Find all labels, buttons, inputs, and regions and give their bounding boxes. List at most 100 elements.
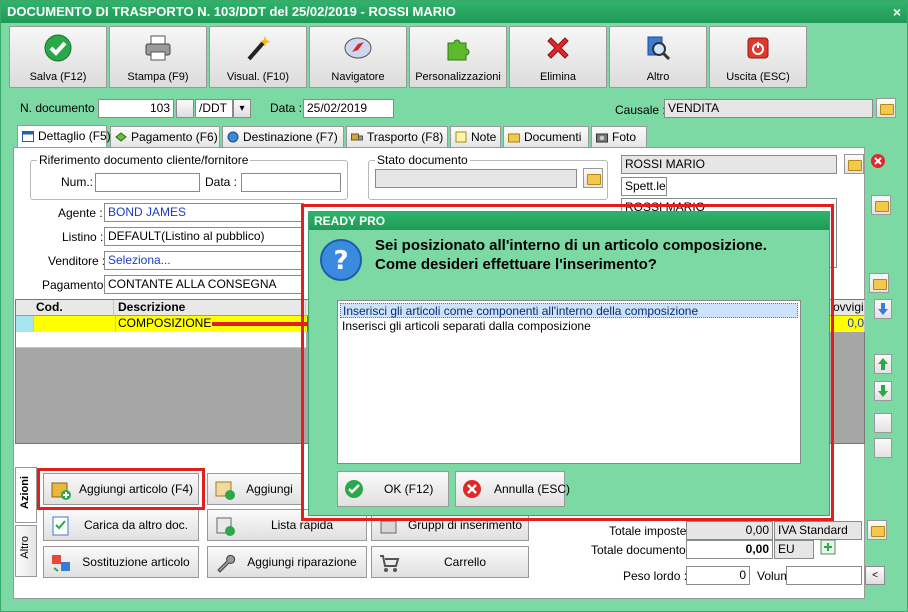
cart-icon [380, 555, 400, 572]
totale-documento-field: 0,00 [686, 540, 773, 559]
doc-number-button[interactable] [176, 99, 194, 118]
replace-article-button[interactable]: Sostituzione articolo [43, 546, 199, 578]
doc-number-field[interactable]: 103 [98, 99, 174, 118]
pagamento-field[interactable]: CONTANTE ALLA CONSEGNA [104, 275, 304, 294]
totale-documento-label: Totale documento : [591, 543, 693, 557]
venditore-label: Venditore : [48, 254, 106, 268]
payment-icon [115, 132, 127, 142]
arrow-up-icon [878, 358, 888, 370]
copy-row-button[interactable] [874, 413, 892, 433]
window-close-button[interactable]: × [893, 1, 901, 23]
address-folder-button[interactable] [871, 195, 891, 215]
magic-wand-icon [247, 36, 271, 61]
doc-series-field[interactable]: /DDT [195, 99, 233, 118]
listino-field[interactable]: DEFAULT(Listino al pubblico) [104, 227, 304, 246]
stato-field[interactable] [375, 169, 577, 188]
close-circle-icon [871, 154, 885, 168]
stato-folder-button[interactable] [583, 168, 603, 188]
clear-client-button[interactable] [869, 153, 887, 172]
row-selector[interactable] [16, 316, 34, 332]
vtab-azioni[interactable]: Azioni [15, 467, 37, 523]
volume-field[interactable] [786, 566, 862, 585]
exit-button[interactable]: Uscita (ESC) [709, 26, 807, 88]
client-name-field[interactable]: ROSSI MARIO [621, 155, 837, 174]
navigator-button[interactable]: Navigatore [309, 26, 407, 88]
check-icon [44, 34, 72, 62]
iva-field[interactable]: IVA Standard [774, 521, 862, 540]
iva-folder-button[interactable] [867, 520, 887, 540]
question-icon: ? [320, 239, 362, 281]
peso-field[interactable]: 0 [686, 566, 750, 585]
other-button[interactable]: Altro [609, 26, 707, 88]
delete-button[interactable]: Elimina [509, 26, 607, 88]
calendar-icon [22, 131, 34, 142]
ref-date-field[interactable] [241, 173, 341, 192]
option-separate[interactable]: Inserisci gli articoli separati dalla co… [340, 319, 798, 334]
printer-icon [145, 35, 171, 61]
save-button[interactable]: Salva (F12) [9, 26, 107, 88]
truck-icon [351, 133, 363, 141]
tab-pagamento[interactable]: Pagamento (F6) [110, 126, 220, 148]
dialog-title: READY PRO [309, 212, 829, 230]
add-repair-button[interactable]: Aggiungi riparazione [207, 546, 367, 578]
preview-button[interactable]: Visual. (F10) [209, 26, 307, 88]
imposte-field: 0,00 [686, 521, 773, 540]
row-cod [34, 316, 116, 332]
pagamento-label: Pagamento : [42, 278, 111, 292]
causale-label: Causale : [615, 103, 666, 117]
move-down-button[interactable] [874, 381, 892, 401]
document-window: DOCUMENTO DI TRASPORTO N. 103/DDT del 25… [0, 0, 908, 612]
move-down-blue-button[interactable] [874, 299, 892, 319]
venditore-field[interactable]: Seleziona... [104, 251, 304, 270]
ref-num-field[interactable] [95, 173, 200, 192]
row-provvigione: 0,0 [831, 316, 865, 332]
highlight-add-article [37, 468, 205, 510]
currency-field[interactable]: EU [774, 540, 814, 559]
magnifier-icon [647, 36, 671, 61]
salutation-field[interactable]: Spett.le [621, 177, 667, 196]
insert-options-list[interactable]: Inserisci gli articoli come componenti a… [337, 300, 801, 464]
agente-field[interactable]: BOND JAMES [104, 203, 304, 222]
tab-destinazione[interactable]: Destinazione (F7) [222, 126, 344, 148]
table-row-empty[interactable] [16, 332, 306, 348]
listino-label: Listino : [62, 230, 104, 244]
doc-series-dropdown[interactable]: ▾ [233, 99, 251, 118]
load-from-doc-button[interactable]: Carica da altro doc. [43, 509, 199, 541]
dialog-message: Sei posizionato all'interno di un artico… [375, 237, 767, 273]
globe-icon [227, 131, 239, 143]
tab-foto[interactable]: Foto [591, 126, 647, 148]
composition-insert-dialog: READY PRO ? Sei posizionato all'interno … [308, 211, 830, 516]
window-title: DOCUMENTO DI TRASPORTO N. 103/DDT del 25… [7, 4, 456, 19]
power-icon [747, 37, 769, 59]
tab-documenti[interactable]: Documenti [503, 126, 589, 148]
print-button[interactable]: Stampa (F9) [109, 26, 207, 88]
dialog-cancel-button[interactable]: Annulla (ESC) [455, 471, 570, 507]
tab-trasporto[interactable]: Trasporto (F8) [346, 126, 448, 148]
riferimento-group: Riferimento documento cliente/fornitore … [30, 153, 348, 200]
option-components-inside[interactable]: Inserisci gli articoli come componenti a… [340, 303, 798, 318]
move-up-button[interactable] [874, 354, 892, 374]
doc-number-label: N. documento : [20, 101, 102, 115]
tab-dettaglio[interactable]: Dettaglio (F5) [17, 125, 111, 148]
causale-folder-button[interactable] [876, 98, 896, 118]
delete-x-icon [547, 37, 569, 59]
arrow-down-icon [878, 303, 888, 315]
pagamento-folder-button[interactable] [869, 273, 889, 293]
compass-icon [344, 37, 372, 59]
cart-button[interactable]: Carrello [371, 546, 529, 578]
cancel-circle-icon [463, 480, 481, 498]
volume-less-button[interactable]: < [865, 566, 885, 585]
refresh-row-button[interactable] [874, 438, 892, 458]
vtab-altro[interactable]: Altro [15, 525, 37, 577]
date-field[interactable]: 25/02/2019 [303, 99, 394, 118]
customizations-button[interactable]: Personalizzazioni [409, 26, 507, 88]
dialog-ok-button[interactable]: OK (F12) [337, 471, 449, 507]
causale-field[interactable]: VENDITA [664, 99, 873, 118]
checklist-icon [52, 516, 69, 536]
folder-icon [508, 133, 520, 143]
client-folder-button[interactable] [844, 154, 864, 174]
add-other-button[interactable]: Aggiungi [207, 473, 302, 505]
stato-group: Stato documento [368, 153, 608, 200]
currency-add-button[interactable] [819, 539, 837, 558]
tab-note[interactable]: Note [450, 126, 501, 148]
